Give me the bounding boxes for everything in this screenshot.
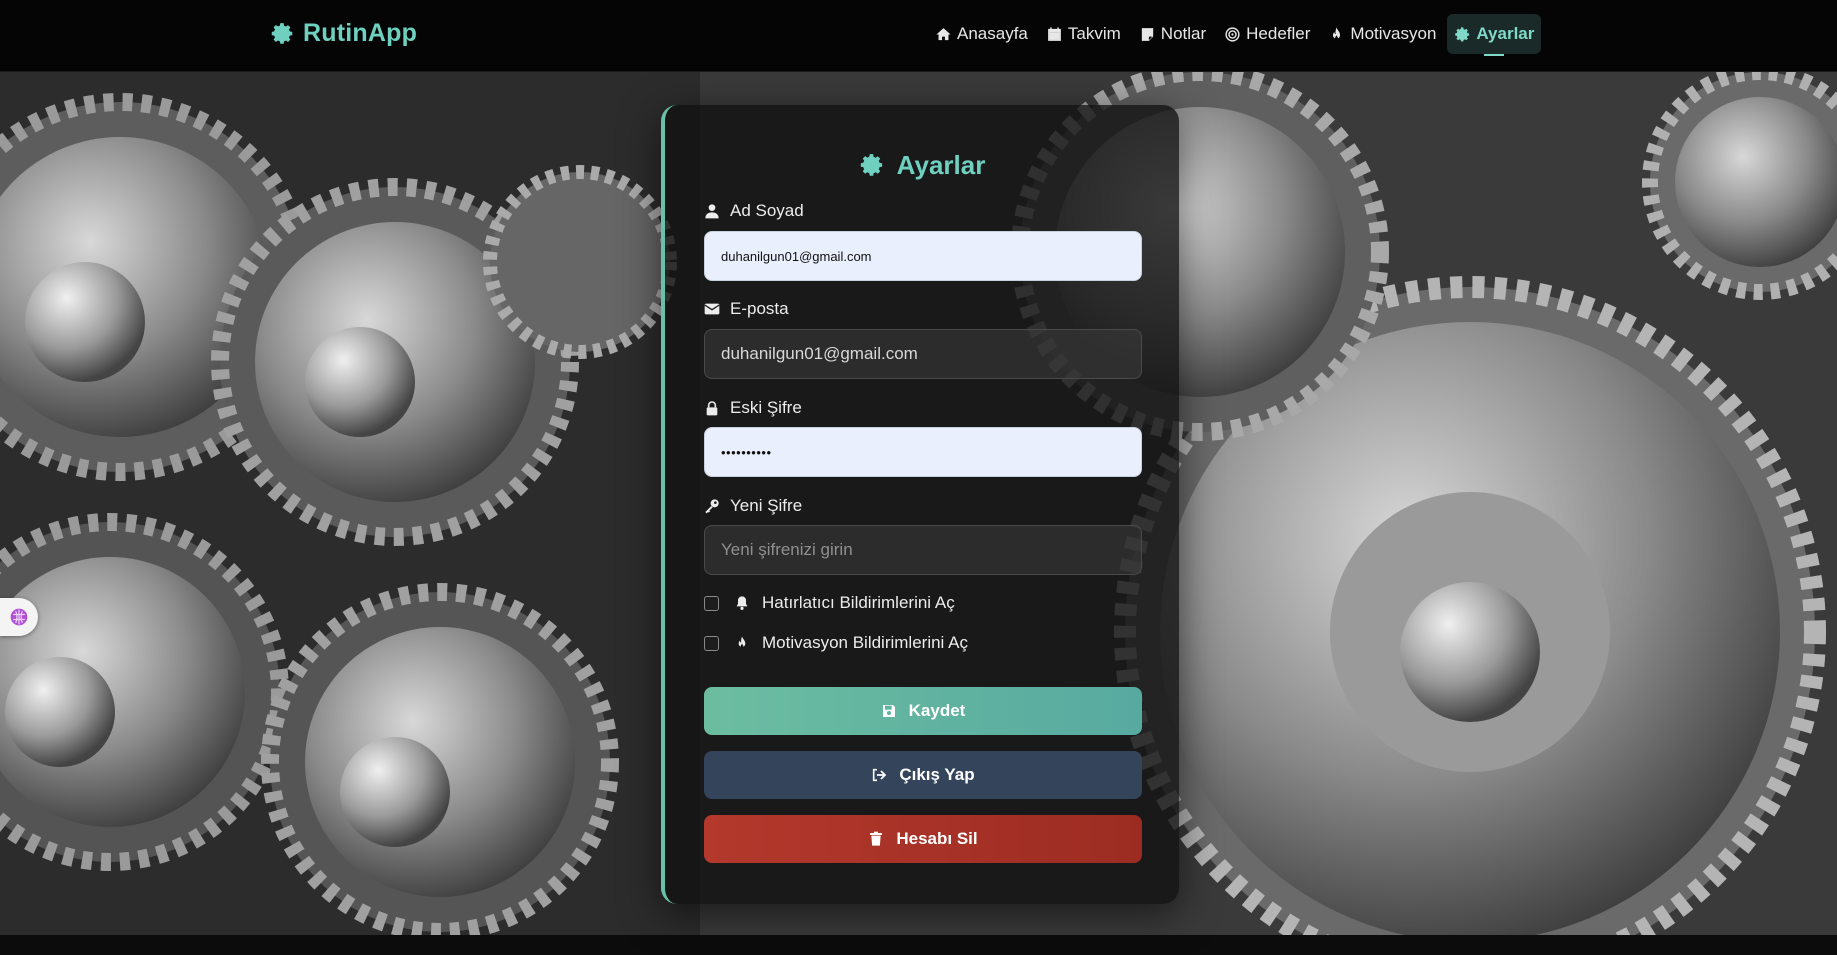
calendar-icon [1048, 26, 1061, 41]
nav-item-takvim[interactable]: Takvim [1039, 14, 1128, 54]
nav-item-motivasyon[interactable]: Motivasyon [1321, 14, 1443, 54]
nav-label: Takvim [1067, 24, 1121, 43]
new-password-field[interactable] [704, 525, 1142, 575]
save-icon [882, 705, 895, 717]
motivation-notifications-label: Motivasyon Bildirimlerini Aç [762, 633, 968, 652]
old-password-label-text: Eski Şifre [730, 398, 802, 417]
footer-strip [0, 935, 1837, 955]
settings-title-text: Ayarlar [896, 149, 986, 180]
nav-item-notlar[interactable]: Notlar [1132, 14, 1213, 54]
delete-account-button-label: Hesabı Sil [896, 829, 978, 848]
side-widget-button[interactable] [0, 598, 38, 636]
brand-logo[interactable]: RutinApp [270, 17, 417, 49]
logout-icon [873, 768, 887, 782]
envelope-icon [704, 303, 720, 315]
bell-icon [736, 596, 748, 610]
reminder-notifications-checkbox[interactable] [704, 595, 719, 611]
email-label-text: E-posta [730, 299, 789, 318]
target-icon [1225, 26, 1240, 42]
settings-card: Ayarlar Ad Soyad E-posta Eski Şifre Yeni… [661, 105, 1179, 904]
gear-icon [860, 154, 882, 176]
logout-button[interactable]: Çıkış Yap [704, 751, 1142, 799]
motivation-notifications-checkbox[interactable] [704, 635, 719, 651]
lock-icon [706, 401, 718, 416]
logout-button-label: Çıkış Yap [899, 765, 975, 784]
nav-item-anasayfa[interactable]: Anasayfa [928, 14, 1035, 54]
reminder-notifications-option[interactable]: Hatırlatıcı Bildirimlerini Aç [704, 592, 955, 614]
email-label: E-posta [704, 297, 789, 321]
nav-label: Ayarlar [1476, 24, 1535, 43]
key-icon [705, 499, 719, 514]
new-password-label: Yeni Şifre [704, 494, 802, 518]
name-label: Ad Soyad [704, 199, 804, 223]
main-nav: Anasayfa Takvim Notlar Hedefler Motivasy… [928, 14, 1542, 56]
motivation-notifications-option[interactable]: Motivasyon Bildirimlerini Aç [704, 632, 968, 654]
gear-icon [1455, 26, 1470, 42]
nav-label: Notlar [1160, 24, 1207, 43]
home-icon [936, 27, 951, 40]
old-password-field[interactable] [704, 427, 1142, 477]
save-button-label: Kaydet [908, 701, 966, 720]
brand-name: RutinApp [303, 18, 418, 47]
trash-icon [870, 831, 883, 846]
brain-icon [10, 608, 28, 626]
nav-item-ayarlar[interactable]: Ayarlar [1447, 14, 1542, 56]
nav-label: Motivasyon [1350, 24, 1437, 43]
old-password-label: Eski Şifre [704, 396, 802, 420]
settings-title: Ayarlar [665, 143, 1179, 187]
save-button[interactable]: Kaydet [704, 687, 1142, 735]
note-icon [1141, 27, 1153, 41]
top-navbar: RutinApp Anasayfa Takvim Notlar Hedefler… [0, 0, 1837, 72]
reminder-notifications-label: Hatırlatıcı Bildirimlerini Aç [762, 593, 955, 612]
name-label-text: Ad Soyad [730, 201, 804, 220]
fire-icon [1333, 26, 1341, 39]
fire-icon [738, 636, 746, 648]
email-field[interactable] [704, 329, 1142, 379]
new-password-label-text: Yeni Şifre [730, 496, 803, 515]
nav-label: Anasayfa [957, 24, 1028, 43]
gear-icon [271, 22, 293, 44]
name-field[interactable] [704, 231, 1142, 281]
nav-item-hedefler[interactable]: Hedefler [1217, 14, 1317, 54]
delete-account-button[interactable]: Hesabı Sil [704, 815, 1142, 863]
user-icon [705, 204, 719, 219]
nav-label: Hedefler [1246, 24, 1311, 43]
